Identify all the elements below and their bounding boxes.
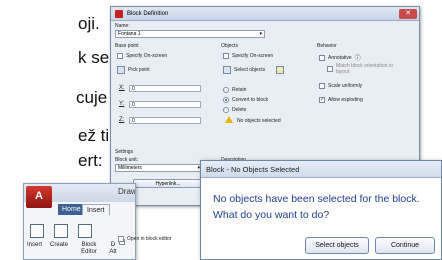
- z-field[interactable]: 0: [129, 117, 201, 124]
- checkbox-box: ✓: [319, 97, 325, 103]
- create-block-icon[interactable]: [54, 224, 68, 238]
- quick-select-icon[interactable]: [276, 66, 285, 74]
- tab-insert[interactable]: Insert: [82, 204, 110, 215]
- x-label: X:: [119, 85, 125, 91]
- slide-text-line-1: oji.: [78, 14, 100, 33]
- define-attributes-tool-label: D Att: [109, 242, 117, 255]
- select-objects-button-label: Select objects: [315, 242, 359, 249]
- radio-dot: [223, 97, 229, 103]
- checkbox-label: Annotative: [328, 54, 352, 61]
- x-field[interactable]: 0: [129, 85, 201, 92]
- autocad-logo-icon: [115, 9, 123, 18]
- checkbox-box: [223, 53, 229, 59]
- x-value: 0: [132, 86, 135, 92]
- checkbox-label: Allow exploding: [328, 97, 363, 103]
- name-label: Name:: [115, 23, 130, 29]
- checkbox-box: [118, 236, 124, 242]
- block-definition-body: Name: Fontana 1 ▾ Base point Specify On-…: [111, 21, 419, 188]
- z-value: 0: [132, 118, 135, 124]
- insert-tool-label: Insert: [27, 242, 43, 248]
- select-objects-label: Select objects: [234, 67, 266, 73]
- radio-label: Convert to block: [232, 97, 269, 103]
- ribbon-screenshot: A Draw Home Insert Insert Create Block E…: [23, 183, 136, 260]
- block-definition-titlebar: Block Definition ✕: [111, 7, 419, 21]
- hyperlink-label: Hyperlink...: [155, 181, 181, 187]
- behavior-heading: Behavior: [317, 43, 337, 49]
- radio-label: Delete: [232, 107, 247, 113]
- objects-specify-onscreen-checkbox[interactable]: Specify On-screen: [223, 53, 273, 59]
- delete-radio[interactable]: Delete: [223, 107, 246, 113]
- slide-text-line-2: k se: [78, 48, 110, 67]
- base-point-heading: Base point: [115, 43, 139, 49]
- checkbox-box: [117, 53, 123, 59]
- annotative-checkbox[interactable]: Annotative ⓘ: [319, 53, 361, 62]
- hyperlink-button[interactable]: Hyperlink...: [133, 179, 203, 188]
- checkbox-label: Scale uniformly: [328, 83, 363, 89]
- allow-exploding-checkbox[interactable]: ✓ Allow exploding: [319, 97, 363, 103]
- checkbox-label: Match block orientation to layout: [336, 63, 393, 75]
- insert-block-icon[interactable]: [30, 224, 44, 238]
- application-menu-button[interactable]: A: [26, 186, 52, 208]
- warning-icon: [225, 116, 233, 123]
- checkbox-box: [327, 66, 333, 72]
- block-unit-combo[interactable]: Millimeters ▾: [115, 164, 203, 172]
- info-icon: ⓘ: [354, 56, 361, 62]
- retain-radio[interactable]: Retain: [223, 87, 246, 93]
- no-objects-dialog-title: Block - No Objects Selected: [201, 161, 441, 178]
- name-value: Fontana 1: [118, 31, 141, 37]
- checkbox-label: Specify On-screen: [232, 53, 274, 59]
- pick-point-icon: [117, 66, 125, 74]
- tab-home[interactable]: Home: [58, 204, 85, 215]
- radio-dot: [223, 87, 229, 93]
- ribbon-app-title: Draw: [118, 187, 136, 196]
- y-field[interactable]: 0: [129, 101, 201, 108]
- block-editor-icon[interactable]: [78, 224, 92, 238]
- objects-heading: Objects: [221, 43, 238, 49]
- z-label: Z:: [119, 117, 125, 123]
- radio-label: Retain: [232, 87, 247, 93]
- continue-button-label: Continue: [390, 242, 420, 249]
- select-objects-button[interactable]: Select objects: [223, 65, 285, 75]
- select-objects-icon: [223, 66, 231, 74]
- no-objects-dialog-message: No objects have been selected for the bl…: [213, 193, 420, 221]
- match-orientation-checkbox[interactable]: Match block orientation to layout: [327, 63, 394, 75]
- y-label: Y:: [119, 101, 125, 107]
- checkbox-box: [319, 54, 325, 61]
- select-objects-button[interactable]: Select objects: [305, 237, 369, 254]
- radio-dot: [223, 107, 229, 113]
- settings-heading: Settings: [115, 149, 134, 155]
- open-in-block-editor-label: Open in block editor: [127, 236, 172, 242]
- slide-text-line-5: ert:: [78, 151, 103, 170]
- objects-status: No objects selected: [237, 118, 281, 124]
- pick-point-button[interactable]: Pick point: [117, 65, 150, 75]
- create-tool-label: Create: [50, 242, 69, 248]
- continue-button[interactable]: Continue: [375, 237, 435, 254]
- block-editor-tool-label: Block Editor: [81, 242, 97, 255]
- convert-to-block-radio[interactable]: Convert to block: [223, 97, 268, 103]
- no-objects-selected-dialog: Block - No Objects Selected No objects h…: [200, 160, 442, 260]
- base-specify-onscreen-checkbox[interactable]: Specify On-screen: [117, 53, 167, 59]
- chevron-down-icon: ▾: [259, 31, 262, 37]
- scale-uniformly-checkbox[interactable]: Scale uniformly: [319, 83, 362, 89]
- checkbox-box: [319, 83, 325, 89]
- block-definition-title: Block Definition: [127, 10, 169, 17]
- block-unit-label: Block unit:: [115, 157, 139, 163]
- close-icon[interactable]: ✕: [399, 9, 417, 19]
- name-combo[interactable]: Fontana 1 ▾: [115, 30, 265, 38]
- y-value: 0: [132, 102, 135, 108]
- open-in-block-editor-option[interactable]: Open in block editor: [118, 236, 171, 242]
- pick-point-label: Pick point: [128, 67, 150, 73]
- block-unit-value: Millimeters: [118, 165, 142, 171]
- checkbox-label: Specify On-screen: [126, 53, 168, 59]
